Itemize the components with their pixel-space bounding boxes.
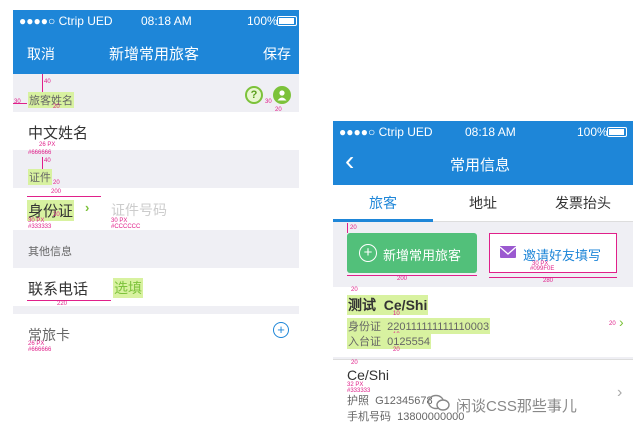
tab-invoice[interactable]: 发票抬头 [533,185,633,221]
id-line-1: 身份证 220111111111110003 [347,318,491,334]
chat-bubble-icon [427,394,450,412]
invite-friend-button[interactable]: 邀请好友填写 30 PX #099F0E [489,233,617,273]
left-phone-screen: ●●●●○ Ctrip UED 08:18 AM 100% 取消 新增常用旅客 … [13,10,299,356]
list-item[interactable]: 20 Ce/Shi 32 PX #333333 护照 G12345678 手机号… [333,359,633,429]
battery-percent: 100% [577,125,608,139]
help-icon[interactable]: ? [245,86,263,104]
watermark-text: 闲谈CSS那些事儿 [456,398,577,415]
frequent-card-row[interactable]: 常旅卡 26 PX #666666 + [13,314,299,356]
right-phone-screen: ●●●●○ Ctrip UED 08:18 AM 100% ‹ 常用信息 旅客 … [333,121,633,429]
battery-percent: 100% [247,14,278,28]
section-traveler-name: 旅客姓名 ? 40 30 20 30 20 [13,74,299,113]
chevron-right-icon: › [617,384,623,401]
active-tab-indicator [333,219,433,222]
tab-traveler[interactable]: 旅客 [333,185,433,221]
id-line-2: 入台证 0125554 [347,333,431,349]
page-title: 常用信息 [450,157,511,174]
list-item[interactable]: 20 测试 Ce/Shi 10 身份证 220111111111110003 1… [333,287,633,357]
clock: 08:18 AM [465,125,516,139]
traveler-name: 测试 Ce/Shi [347,295,429,315]
passport-line: 护照 G12345678 [347,395,433,407]
section-id: #666666 40 证件 20 [13,150,299,188]
battery-icon [277,16,297,26]
add-icon: + [359,244,377,262]
carrier-label: ●●●●○ Ctrip UED [19,14,113,28]
back-icon[interactable]: ‹ [345,147,354,175]
section-other-info: 其他信息 [13,230,299,268]
section-title: 证件 [28,169,52,185]
add-traveler-button[interactable]: + 新增常用旅客 [347,233,477,273]
section-title: 其他信息 [28,246,72,258]
section-title: 旅客姓名 [28,92,74,108]
status-bar: ●●●●○ Ctrip UED 08:18 AM 100% [333,121,633,143]
carrier-label: ●●●●○ Ctrip UED [339,125,433,139]
chevron-right-icon: › [619,314,624,330]
tab-address[interactable]: 地址 [433,185,533,221]
nav-bar: ‹ 常用信息 [333,143,633,185]
traveler-name: Ce/Shi [347,367,390,383]
add-traveler-label: 新增常用旅客 [383,248,462,263]
chinese-name-label: 中文姓名 [28,125,89,142]
contact-person-icon[interactable] [273,86,291,104]
cancel-button[interactable]: 取消 [27,44,55,64]
battery-icon [607,127,627,137]
save-button[interactable]: 保存 [263,44,291,64]
contact-phone-row[interactable]: 联系电话 选填 220 [13,268,299,307]
nav-bar: 取消 新增常用旅客 保存 [13,32,299,74]
chevron-right-icon: › [85,200,90,215]
id-number-input[interactable]: 证件号码 [111,200,167,220]
contact-phone-input[interactable]: 选填 [113,278,143,298]
add-card-icon[interactable]: + [273,322,289,338]
id-type-row[interactable]: 200 身份证 › 证件号码 30 PX #333333 30 PX #CCCC… [13,188,299,230]
status-bar: ●●●●○ Ctrip UED 08:18 AM 100% [13,10,299,32]
clock: 08:18 AM [141,14,192,28]
page-title: 新增常用旅客 [109,46,200,63]
envelope-icon [499,246,517,258]
chinese-name-row[interactable]: 中文姓名 26 PX [13,112,299,151]
contact-phone-label: 联系电话 [28,281,89,298]
